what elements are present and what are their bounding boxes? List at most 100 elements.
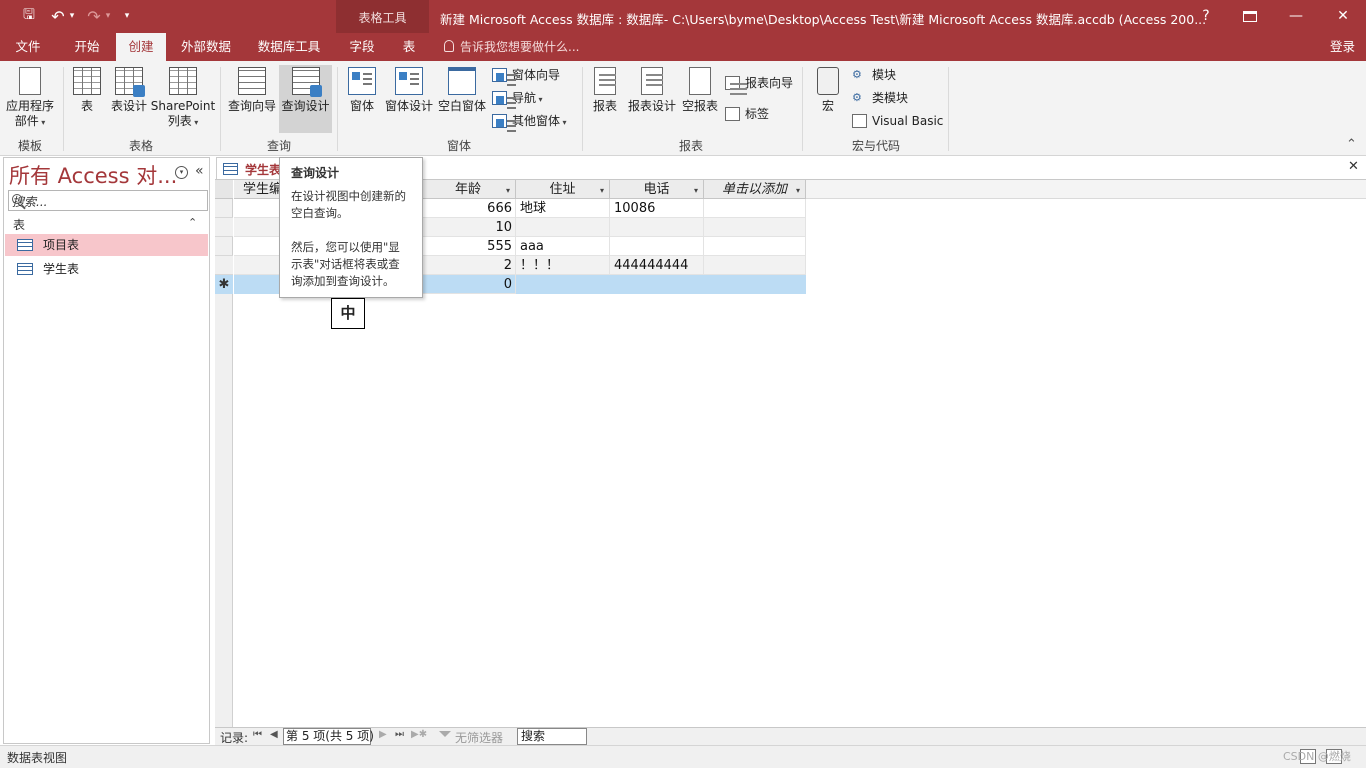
form-wizard-button[interactable]: 窗体向导 bbox=[492, 65, 560, 85]
save-icon[interactable]: 🖫 bbox=[18, 6, 40, 26]
chevron-down-icon[interactable]: ▾ bbox=[600, 181, 604, 200]
nav-pane-menu-icon[interactable]: ▾ bbox=[175, 166, 188, 179]
record-selector[interactable] bbox=[215, 218, 233, 237]
blank-report-button[interactable]: 空报表 bbox=[680, 65, 720, 114]
chevron-down-icon[interactable]: ▾ bbox=[694, 181, 698, 200]
tell-me-box[interactable]: 告诉我您想要做什么... bbox=[444, 33, 579, 61]
application-parts-button[interactable]: 应用程序 部件 ▾ bbox=[2, 65, 58, 130]
macro-icon bbox=[817, 67, 839, 95]
nav-item-student-table[interactable]: 学生表 bbox=[5, 258, 208, 280]
undo-icon[interactable]: ↶ bbox=[48, 6, 68, 26]
no-filter-button[interactable]: 无筛选器 bbox=[439, 729, 503, 746]
cell-add[interactable] bbox=[704, 256, 806, 275]
class-module-icon: ⚙ bbox=[852, 91, 862, 104]
query-wizard-label: 查询向导 bbox=[227, 99, 276, 113]
restore-button[interactable] bbox=[1282, 4, 1312, 28]
cell-address[interactable]: ！！！ bbox=[516, 256, 610, 275]
ribbon-display-options-icon[interactable] bbox=[1235, 4, 1265, 28]
report-design-button[interactable]: 报表设计 bbox=[626, 65, 678, 114]
undo-dropdown-icon[interactable]: ▾ bbox=[67, 6, 77, 26]
tooltip-line: 在设计视图中创建新的 bbox=[291, 189, 406, 203]
close-document-icon[interactable]: ✕ bbox=[1348, 159, 1359, 174]
cell-phone[interactable] bbox=[610, 237, 704, 256]
record-selector[interactable] bbox=[215, 237, 233, 256]
group-separator bbox=[337, 67, 338, 151]
document-tab-student-table[interactable]: 学生表 bbox=[216, 157, 284, 179]
column-header-phone[interactable]: 电话 ▾ bbox=[610, 180, 704, 199]
report-wizard-button[interactable]: 报表向导 bbox=[725, 73, 793, 93]
chevron-down-icon[interactable]: ▾ bbox=[506, 181, 510, 200]
query-design-button[interactable]: 查询设计 bbox=[279, 65, 332, 133]
class-module-button[interactable]: ⚙ 类模块 bbox=[852, 88, 908, 108]
cell-phone[interactable]: 444444444 bbox=[610, 256, 704, 275]
cell-age[interactable]: 10 bbox=[421, 218, 516, 237]
search-icon[interactable] bbox=[12, 194, 22, 204]
macro-button[interactable]: 宏 bbox=[810, 65, 846, 114]
blank-form-button[interactable]: 空白窗体 bbox=[436, 65, 488, 114]
module-icon: ⚙ bbox=[852, 68, 862, 81]
current-record-field[interactable]: 第 5 项(共 5 项) bbox=[283, 728, 374, 745]
tab-external-data[interactable]: 外部数据 bbox=[172, 33, 240, 61]
cell-age[interactable]: 666 bbox=[421, 199, 516, 218]
cell-add[interactable] bbox=[704, 199, 806, 218]
tab-create[interactable]: 创建 bbox=[116, 33, 166, 61]
nav-pane-title[interactable]: 所有 Access 对... bbox=[9, 160, 177, 190]
cell-address[interactable]: aaa bbox=[516, 237, 610, 256]
tab-home[interactable]: 开始 bbox=[64, 33, 110, 61]
sign-in-link[interactable]: 登录 bbox=[1330, 33, 1355, 61]
redo-icon[interactable]: ↷ bbox=[84, 6, 104, 26]
module-button[interactable]: ⚙ 模块 bbox=[852, 65, 896, 85]
cell-address[interactable] bbox=[516, 218, 610, 237]
tab-database-tools[interactable]: 数据库工具 bbox=[250, 33, 328, 61]
cell-phone[interactable]: 10086 bbox=[610, 199, 704, 218]
cell-age-new[interactable]: 0 bbox=[421, 275, 516, 294]
chevron-down-icon[interactable]: ▾ bbox=[796, 181, 800, 200]
filter-icon bbox=[439, 731, 451, 742]
query-wizard-button[interactable]: 查询向导 bbox=[226, 65, 278, 114]
labels-button[interactable]: 标签 bbox=[725, 104, 769, 124]
cell-add[interactable] bbox=[704, 218, 806, 237]
tab-fields[interactable]: 字段 bbox=[340, 33, 384, 61]
previous-record-icon[interactable]: ◀ bbox=[270, 729, 278, 740]
more-forms-button[interactable]: 其他窗体 ▾ bbox=[492, 111, 567, 131]
cell-add[interactable] bbox=[704, 237, 806, 256]
chevron-up-icon[interactable]: ⌃ bbox=[188, 216, 197, 229]
customize-quick-access-icon[interactable]: ▾ bbox=[120, 6, 134, 26]
record-selector[interactable] bbox=[215, 199, 233, 218]
nav-search-input[interactable]: 搜索... bbox=[8, 190, 208, 211]
cell-age[interactable]: 555 bbox=[421, 237, 516, 256]
cell-address[interactable]: 地球 bbox=[516, 199, 610, 218]
collapse-ribbon-icon[interactable]: ⌃ bbox=[1346, 137, 1357, 152]
visual-basic-button[interactable]: Visual Basic bbox=[852, 111, 943, 131]
table-design-button[interactable]: 表设计 bbox=[108, 65, 150, 114]
redo-dropdown-icon[interactable]: ▾ bbox=[103, 6, 113, 26]
select-all-corner[interactable] bbox=[215, 180, 233, 199]
next-record-icon[interactable]: ▶ bbox=[379, 729, 387, 740]
column-header-age[interactable]: 年龄 ▾ bbox=[421, 180, 516, 199]
record-selector[interactable] bbox=[215, 256, 233, 275]
ribbon-tab-bar: 文件 开始 创建 外部数据 数据库工具 字段 表 告诉我您想要做什么... 登录 bbox=[0, 33, 1366, 61]
close-button[interactable]: ✕ bbox=[1328, 4, 1358, 28]
nav-pane-collapse-icon[interactable]: « bbox=[195, 163, 204, 179]
report-button[interactable]: 报表 bbox=[588, 65, 622, 114]
first-record-icon[interactable]: ⏮ bbox=[253, 729, 262, 740]
group-label-reports: 报表 bbox=[678, 139, 703, 153]
column-header-address[interactable]: 住址 ▾ bbox=[516, 180, 610, 199]
navigation-button[interactable]: 导航 ▾ bbox=[492, 88, 543, 108]
table-button[interactable]: 表 bbox=[70, 65, 104, 114]
new-record-nav-icon[interactable]: ▶✱ bbox=[411, 729, 427, 740]
cell-age[interactable]: 2 bbox=[421, 256, 516, 275]
form-design-button[interactable]: 窗体设计 bbox=[384, 65, 434, 114]
column-header-click-to-add[interactable]: 单击以添加 ▾ bbox=[704, 180, 806, 199]
nav-item-project-table[interactable]: 项目表 bbox=[5, 234, 208, 256]
document-tab-label: 学生表 bbox=[245, 163, 282, 177]
help-button[interactable]: ? bbox=[1191, 4, 1221, 28]
last-record-icon[interactable]: ⏭ bbox=[395, 729, 404, 740]
tab-file[interactable]: 文件 bbox=[6, 33, 50, 61]
record-search-input[interactable]: 搜索 bbox=[517, 728, 587, 745]
sharepoint-lists-button[interactable]: SharePoint 列表 ▾ bbox=[150, 65, 216, 130]
nav-group-header[interactable]: 表 bbox=[13, 216, 25, 233]
tab-table[interactable]: 表 bbox=[392, 33, 426, 61]
form-button[interactable]: 窗体 bbox=[344, 65, 380, 114]
cell-phone[interactable] bbox=[610, 218, 704, 237]
